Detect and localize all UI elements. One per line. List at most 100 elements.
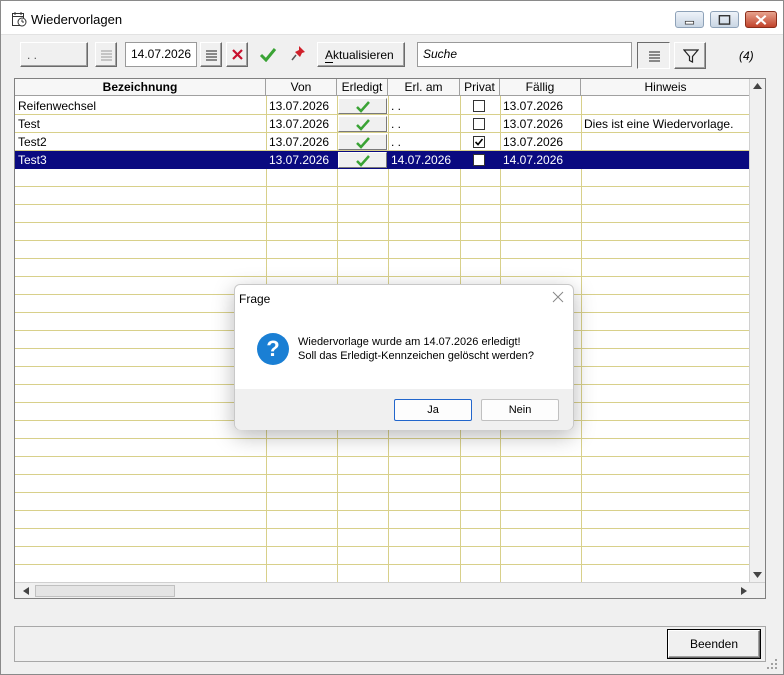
column-header-von[interactable]: Von <box>266 79 337 96</box>
scroll-left-icon[interactable] <box>23 587 29 595</box>
question-icon: ? <box>257 333 289 365</box>
to-date-field[interactable]: 14.07.2026 <box>125 42 197 67</box>
title-bar: Wiedervorlagen <box>1 1 783 35</box>
grid-row-line <box>15 438 751 439</box>
dialog-title: Frage <box>239 292 271 306</box>
privat-checkbox[interactable] <box>473 118 485 130</box>
from-date-button[interactable]: . . <box>20 42 88 67</box>
close-window-button[interactable] <box>745 11 777 28</box>
checkbox-check-icon <box>474 138 484 146</box>
grid-row-line <box>15 528 751 529</box>
cell-bezeichnung: Test2 <box>18 135 47 149</box>
wiedervorlagen-window: Wiedervorlagen . . 14.07.2026 Aktualisie… <box>0 0 784 675</box>
checkmark-icon <box>356 101 370 113</box>
from-date-label: . . <box>27 48 38 62</box>
horizontal-scroll-thumb[interactable] <box>35 585 175 597</box>
cell-hinweis <box>581 97 751 115</box>
privat-checkbox[interactable] <box>473 100 485 112</box>
minimize-button[interactable] <box>675 11 704 28</box>
table-row[interactable]: Test 13.07.2026 . . 13.07.2026 Dies ist … <box>15 115 751 133</box>
erledigt-button[interactable] <box>338 134 387 150</box>
cell-bezeichnung: Reifenwechsel <box>18 99 97 113</box>
erledigt-button[interactable] <box>338 116 387 132</box>
horizontal-scrollbar[interactable] <box>15 582 765 598</box>
cell-bezeichnung: Test3 <box>18 153 47 167</box>
grid-row-line <box>15 240 751 241</box>
cell-erl-am: 14.07.2026 <box>391 153 452 167</box>
column-header-privat[interactable]: Privat <box>460 79 500 96</box>
erledigt-button[interactable] <box>338 152 387 168</box>
resize-grip-icon[interactable] <box>765 657 779 671</box>
minimize-icon <box>684 20 695 25</box>
checkmark-icon <box>356 137 370 149</box>
column-header-erl-am[interactable]: Erl. am <box>388 79 460 96</box>
privat-checkbox[interactable] <box>473 154 485 166</box>
cell-faellig: 13.07.2026 <box>503 117 564 131</box>
dialog-message: Wiedervorlage wurde am 14.07.2026 erledi… <box>298 335 534 363</box>
erledigt-button[interactable] <box>338 98 387 114</box>
delete-x-icon <box>232 49 243 60</box>
cell-faellig: 13.07.2026 <box>503 99 564 113</box>
no-button[interactable]: Nein <box>481 399 559 421</box>
list-view-toggle-button[interactable] <box>637 42 670 69</box>
cell-hinweis <box>581 133 751 151</box>
grid-row-line <box>15 564 751 565</box>
cell-faellig: 13.07.2026 <box>503 135 564 149</box>
button-bar <box>14 626 766 662</box>
grid-row-line <box>15 186 751 187</box>
table-row-selected[interactable]: Test3 13.07.2026 14.07.2026 14.07.2026 <box>15 151 751 169</box>
cell-hinweis <box>581 151 751 169</box>
column-header-erledigt[interactable]: Erledigt <box>337 79 388 96</box>
window-title: Wiedervorlagen <box>31 12 123 27</box>
checkmark-icon[interactable] <box>259 46 277 62</box>
checkmark-icon <box>356 119 370 131</box>
cell-von: 13.07.2026 <box>269 117 330 131</box>
accelerator-underline <box>325 62 333 63</box>
pin-icon[interactable] <box>290 44 308 64</box>
table-row[interactable]: Test2 13.07.2026 . . 13.07.2026 <box>15 133 751 151</box>
close-button[interactable]: Beenden <box>667 629 761 659</box>
scroll-down-icon[interactable] <box>753 572 762 578</box>
grid-row-line <box>15 222 751 223</box>
maximize-button[interactable] <box>710 11 739 28</box>
grid-row-line <box>15 276 751 277</box>
maximize-icon <box>718 15 731 25</box>
refresh-label: Aktualisieren <box>325 48 394 62</box>
grid-row-line <box>15 258 751 259</box>
grid-row-line <box>15 510 751 511</box>
column-header-bezeichnung[interactable]: Bezeichnung <box>15 79 266 96</box>
scroll-right-icon[interactable] <box>741 587 747 595</box>
from-date-list-button[interactable] <box>95 42 117 67</box>
dialog-message-line2: Soll das Erledigt-Kennzeichen gelöscht w… <box>298 350 535 362</box>
yes-button[interactable]: Ja <box>394 399 472 421</box>
close-button-label: Beenden <box>689 637 739 651</box>
list-icon <box>206 50 217 61</box>
cell-erl-am: . . <box>391 99 402 113</box>
cell-bezeichnung: Test <box>18 117 41 131</box>
grid-row-line <box>15 456 751 457</box>
table-row[interactable]: Reifenwechsel 13.07.2026 . . 13.07.2026 <box>15 97 751 115</box>
cell-von: 13.07.2026 <box>269 153 330 167</box>
cell-hinweis: Dies ist eine Wiedervorlage. <box>584 117 734 131</box>
scroll-up-icon[interactable] <box>753 83 762 89</box>
list-icon <box>101 50 112 61</box>
column-header-hinweis[interactable]: Hinweis <box>581 79 751 96</box>
filter-icon <box>683 49 699 63</box>
grid-row-line <box>15 546 751 547</box>
vertical-scrollbar[interactable] <box>749 79 765 582</box>
privat-checkbox-checked[interactable] <box>473 136 485 148</box>
filter-button[interactable] <box>674 42 706 69</box>
close-icon[interactable] <box>552 291 564 303</box>
checkmark-icon <box>356 155 370 167</box>
cell-erl-am: . . <box>391 135 402 149</box>
refresh-button[interactable]: Aktualisieren <box>317 42 405 67</box>
question-dialog: Frage ? Wiedervorlage wurde am 14.07.202… <box>234 284 574 430</box>
grid-row-line <box>15 474 751 475</box>
search-input[interactable]: Suche <box>417 42 632 67</box>
grid-row-line <box>15 204 751 205</box>
cell-von: 13.07.2026 <box>269 99 330 113</box>
to-date-list-button[interactable] <box>200 42 222 67</box>
dialog-message-line1: Wiedervorlage wurde am 14.07.2026 erledi… <box>298 336 521 348</box>
column-header-faellig[interactable]: Fällig <box>500 79 581 96</box>
delete-date-button[interactable] <box>226 42 248 67</box>
